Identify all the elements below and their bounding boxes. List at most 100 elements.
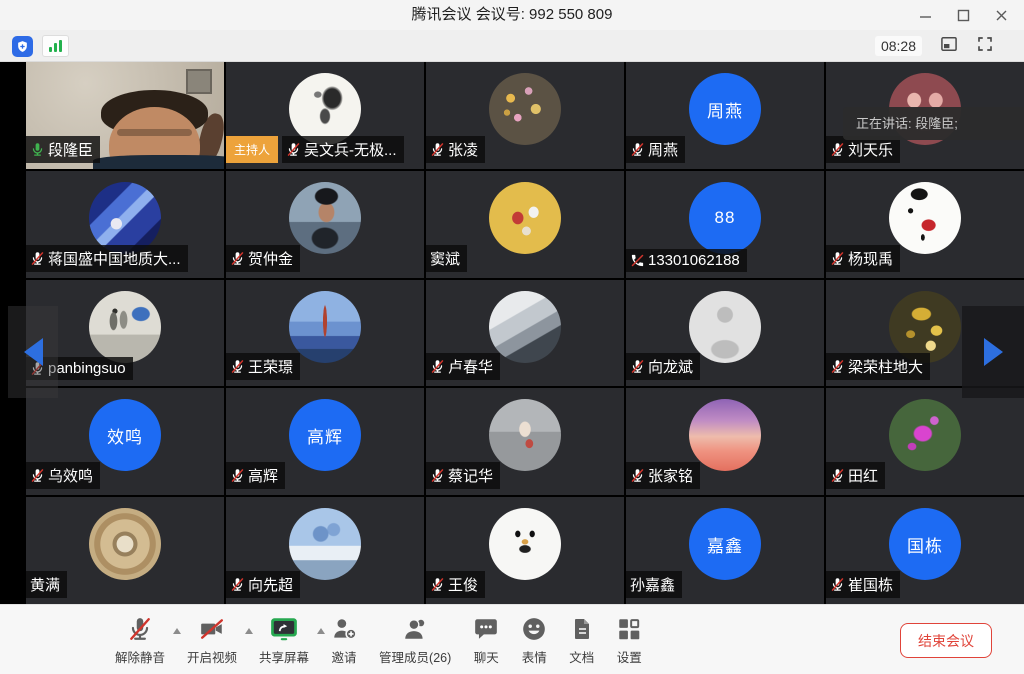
participant-tile[interactable]: 嘉鑫 孙嘉鑫 [626, 497, 824, 604]
participant-name: 蔡记华 [448, 465, 493, 486]
toolbar-item-chat[interactable]: 聊天 [462, 614, 510, 666]
participant-name-label: 崔国栋 [826, 571, 900, 598]
participant-name: 刘天乐 [848, 139, 893, 160]
minimize-icon [919, 9, 932, 22]
toolbar-item-label: 设置 [617, 647, 642, 666]
participant-tile[interactable]: 王荣璟 [226, 280, 424, 387]
toolbar-item-unmute[interactable]: 解除静音 [104, 614, 176, 666]
fullscreen-icon[interactable] [976, 35, 994, 58]
participant-name: 段隆臣 [48, 139, 93, 160]
participant-avatar [289, 182, 361, 254]
participant-tile[interactable]: 向龙斌 [626, 280, 824, 387]
mic-muted-icon [30, 468, 45, 483]
prev-page-button[interactable] [8, 306, 58, 398]
network-signal-icon[interactable] [42, 35, 69, 57]
participant-tile[interactable]: 国栋 崔国栋 [826, 497, 1024, 604]
end-meeting-button[interactable]: 结束会议 [900, 623, 992, 658]
picture-frame [186, 69, 212, 94]
participant-name-label: 王荣璟 [226, 353, 300, 380]
participant-tile[interactable]: 蒋国盛中国地质大... [26, 171, 224, 278]
next-page-button[interactable] [962, 306, 1024, 398]
mic-muted-icon [230, 251, 245, 266]
participant-name: 高辉 [248, 465, 278, 486]
toolbar-items: 解除静音 开启视频 共享屏幕 邀请 管理成员(26) 聊天 表情 文档 设置 [104, 605, 653, 674]
emoji-icon [521, 614, 547, 644]
layout-icon[interactable] [939, 34, 959, 59]
participant-tile[interactable]: 张家铭 [626, 388, 824, 495]
participant-avatar [689, 399, 761, 471]
close-button[interactable] [986, 2, 1016, 28]
participant-tile[interactable]: 张凌 [426, 62, 624, 169]
participant-avatar [689, 291, 761, 363]
participant-name-label: 蒋国盛中国地质大... [26, 245, 188, 272]
members-icon [402, 614, 428, 644]
participant-tile[interactable]: 黄满 [26, 497, 224, 604]
security-shield-icon[interactable] [12, 36, 33, 57]
mic-muted-icon [286, 142, 301, 157]
participant-tile[interactable]: 窦斌 [426, 171, 624, 278]
participant-name-label: 周燕 [626, 136, 685, 163]
participant-label-row: 周燕 [626, 136, 685, 163]
participant-tile[interactable]: 段隆臣 [26, 62, 224, 169]
mic-muted-icon [830, 468, 845, 483]
toolbar-item-invite[interactable]: 邀请 [320, 614, 368, 666]
participant-name-label: 段隆臣 [26, 136, 100, 163]
participant-tile[interactable]: 卢春华 [426, 280, 624, 387]
participant-tile[interactable]: 周燕 周燕 [626, 62, 824, 169]
participant-avatar [289, 291, 361, 363]
participant-label-row: 张凌 [426, 136, 485, 163]
participant-label-row: 向龙斌 [626, 353, 700, 380]
mic-muted-icon [830, 577, 845, 592]
participant-avatar [489, 508, 561, 580]
mic-muted-icon [30, 251, 45, 266]
participant-label-row: 窦斌 [426, 245, 467, 272]
participant-tile[interactable]: 88 13301062188 [626, 171, 824, 278]
toolbar-item-emoji[interactable]: 表情 [510, 614, 558, 666]
participant-avatar: 效鸣 [89, 399, 161, 471]
participant-name: 王荣璟 [248, 356, 293, 377]
participant-tile[interactable]: 效鸣 乌效鸣 [26, 388, 224, 495]
participant-tile[interactable]: 高辉 高辉 [226, 388, 424, 495]
participant-tile[interactable]: 杨现禹 [826, 171, 1024, 278]
mic-muted-icon [630, 468, 645, 483]
participant-label-row: 向先超 [226, 571, 300, 598]
minimize-button[interactable] [910, 2, 940, 28]
toolbar-item-share-screen[interactable]: 共享屏幕 [248, 614, 320, 666]
participant-tile[interactable]: 蔡记华 [426, 388, 624, 495]
participant-name: 梁荣柱地大 [848, 356, 923, 377]
toolbar-item-docs[interactable]: 文档 [558, 614, 605, 666]
participant-name-label: 孙嘉鑫 [626, 571, 682, 598]
mic-muted-icon [430, 142, 445, 157]
participant-name-label: 蔡记华 [426, 462, 500, 489]
participant-label-row: 梁荣柱地大 [826, 353, 930, 380]
participant-label-row: 杨现禹 [826, 245, 900, 272]
participant-label-row: 崔国栋 [826, 571, 900, 598]
participant-name: 13301062188 [648, 252, 740, 269]
mic-muted-icon [127, 614, 153, 644]
toolbar-item-settings[interactable]: 设置 [605, 614, 653, 666]
participant-tile[interactable]: 向先超 [226, 497, 424, 604]
chevron-right-icon [984, 338, 1003, 366]
toolbar-item-label: 聊天 [474, 647, 499, 666]
participant-avatar [89, 291, 161, 363]
participant-name-label: 王俊 [426, 571, 485, 598]
participant-tile[interactable]: 田红 [826, 388, 1024, 495]
mic-muted-icon [630, 142, 645, 157]
participant-name-label: 向先超 [226, 571, 300, 598]
participant-tile[interactable]: 主持人 吴文兵-无极... [226, 62, 424, 169]
participant-avatar: 88 [689, 182, 761, 254]
participant-avatar [889, 182, 961, 254]
toolbar-item-start-video[interactable]: 开启视频 [176, 614, 248, 666]
toolbar-item-manage-members[interactable]: 管理成员(26) [368, 614, 462, 666]
participant-label-row: 田红 [826, 462, 885, 489]
participant-tile[interactable]: 贺仲金 [226, 171, 424, 278]
settings-icon [616, 614, 642, 644]
participant-label-row: 段隆臣 [26, 136, 100, 163]
maximize-button[interactable] [948, 2, 978, 28]
toolbar-item-label: 文档 [569, 647, 594, 666]
participant-tile[interactable]: 王俊 [426, 497, 624, 604]
participant-name: 周燕 [648, 139, 678, 160]
participant-label-row: 高辉 [226, 462, 285, 489]
participant-name: 吴文兵-无极... [304, 139, 397, 160]
participant-avatar: 嘉鑫 [689, 508, 761, 580]
